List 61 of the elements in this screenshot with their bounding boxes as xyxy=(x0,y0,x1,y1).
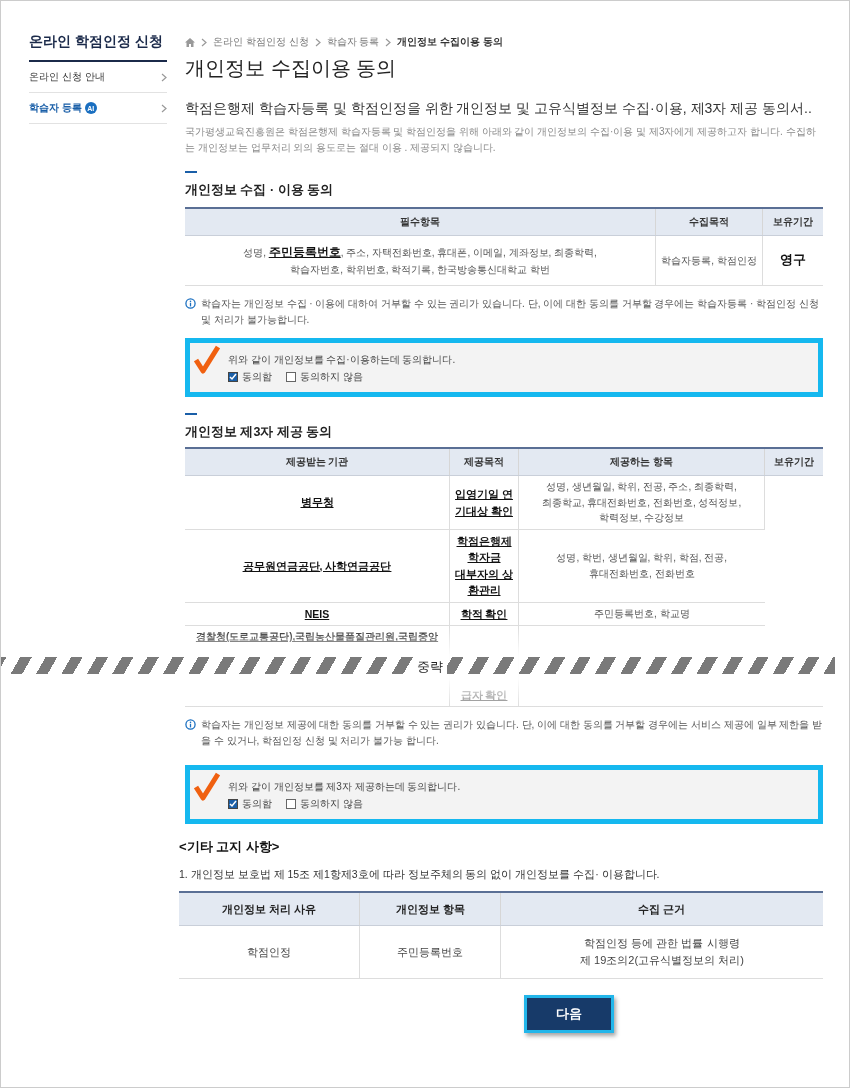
checkbox[interactable] xyxy=(286,372,296,383)
table-cell: 학점인정 xyxy=(179,925,360,979)
checkbox-label[interactable]: 동의함 xyxy=(242,370,272,385)
column-header: 제공목적 xyxy=(449,448,519,476)
column-header: 보유기간 xyxy=(762,208,823,236)
chevron-icon xyxy=(314,37,321,47)
section-title: 개인정보 제3자 제공 동의 xyxy=(185,413,823,442)
notice-heading: <기타 고지 사항> xyxy=(179,838,281,857)
next-button[interactable]: 다음 xyxy=(524,995,614,1034)
table-cell: 성명, 생년월일, 학위, 전공, 주소, 최종학력, 최종학교, 휴대전화번호, 전화번호, 성적정보, 학력정보, 수강정보 xyxy=(518,475,765,530)
table-cell: 학적 확인 xyxy=(449,602,519,626)
check-mark-icon xyxy=(194,772,220,803)
checkbox[interactable] xyxy=(286,799,296,810)
notice-text: 학습자는 개인정보 수집 · 이용에 대하여 거부할 수 있는 권리가 있습니다. 단, 이에 대한 동의를 거부할 경우에는 학습자등록 · 학점인정 신청 및 처리가 불가능합니다. xyxy=(201,297,820,328)
checkbox[interactable] xyxy=(228,799,238,810)
table-cell: 성명, 학번, 생년월일, 학위, 학점, 전공, 휴대전화번호, 전화번호 xyxy=(518,529,765,603)
column-header: 개인정보 항목 xyxy=(359,892,501,926)
table-cell: 영구 xyxy=(762,235,823,286)
home-icon[interactable] xyxy=(185,37,195,47)
table-cell: 공무원연금공단, 사학연금공단 xyxy=(185,529,450,603)
chevron-icon xyxy=(161,72,167,82)
table-cell: 주민등록번호, 학교명 xyxy=(518,602,765,626)
sidebar-item[interactable]: 온라인 신청 안내 xyxy=(29,62,167,93)
breadcrumb-link[interactable]: 온라인 학점인정 신청 xyxy=(213,35,309,49)
table-cell: 학습자등록, 학점인정 xyxy=(655,235,763,286)
info-icon xyxy=(185,298,196,310)
table-cell: 급자 확인 xyxy=(449,625,519,707)
table-cell: 병무청 xyxy=(185,475,450,530)
info-icon xyxy=(185,719,196,731)
table-cell: 주민등록번호 xyxy=(359,925,501,979)
column-header: 수집목적 xyxy=(655,208,763,236)
intro-text: 국가평생교육진흥원은 학점은행제 학습자등록 및 학점인정을 위해 아래와 같이 개인정보의 수집·이용 및 제3자에게 제공하고자 합니다. 수집하는 개인정보는 업무처리 외의 용도로는 절대 이용 . 제공되지 않습니다. xyxy=(185,125,817,155)
chevron-icon xyxy=(201,37,207,47)
intro-heading: 학점은행제 학습자등록 및 학점인정을 위한 개인정보 및 고유식별정보 수집·이용, 제3자 제공 동의서.. xyxy=(185,100,813,118)
sidebar-title: 온라인 학점인정 신청 xyxy=(29,31,167,62)
checkbox-label[interactable]: 동의하지 않음 xyxy=(300,370,363,385)
page-title: 개인정보 수집이용 동의 xyxy=(185,56,398,81)
column-header: 제공받는 기관 xyxy=(185,448,450,476)
column-header: 제공하는 항목 xyxy=(518,448,765,476)
consent-text: 위와 같이 개인정보를 수집·이용하는데 동의합니다. xyxy=(227,353,457,368)
column-header: 보유기간 xyxy=(764,448,823,476)
checkbox[interactable] xyxy=(228,372,238,383)
column-header: 개인정보 처리 사유 xyxy=(179,892,360,926)
column-header: 필수항목 xyxy=(185,208,656,236)
table-cell: 성명, 주민등록번호, 주소, 자택전화번호, 휴대폰, 이메일, 계좌정보, 최종학력, 학습자번호, 학위번호, 학적기록, 한국방송통신대학교 학번 xyxy=(185,235,656,286)
table-cell: 학점인정 등에 관한 법률 시행령 제 19조의2(고유식별정보의 처리) xyxy=(500,925,823,979)
notice-item: 1. 개인정보 보호법 제 15조 제1항제3호에 따라 정보주체의 동의 없이 개인정보를 수집· 이용합니다. xyxy=(179,868,661,883)
chevron-icon xyxy=(385,37,392,47)
table-cell: 학점은행제 학자금 대부자의 상 환관리 xyxy=(449,529,519,603)
breadcrumb-link[interactable]: 개인정보 수집이용 동의 xyxy=(397,35,503,49)
chevron-icon xyxy=(161,103,167,113)
checkbox-label[interactable]: 동의하지 않음 xyxy=(300,797,363,812)
column-header: 수집 근거 xyxy=(500,892,823,926)
notice-text: 학습자는 개인정보 제공에 대한 동의를 거부할 수 있는 권리가 있습니다. 단, 이에 대한 동의를 거부할 경우에는 서비스 제공에 일부 제한을 받을 수 있거나, 학점인정 신청 및 처리가 불가능 합니다. xyxy=(201,718,823,749)
section-title: 개인정보 수집 · 이용 동의 xyxy=(185,171,823,199)
checkbox-label[interactable]: 동의함 xyxy=(242,797,272,812)
table-cell: NEIS xyxy=(185,602,450,626)
breadcrumb-link[interactable]: 학습자 등록 xyxy=(326,35,380,49)
table-cell: 입영기일 연 기대상 확인 xyxy=(449,475,519,530)
check-mark-icon xyxy=(194,345,220,376)
consent-text: 위와 같이 개인정보를 제3자 제공하는데 동의합니다. xyxy=(227,780,462,795)
